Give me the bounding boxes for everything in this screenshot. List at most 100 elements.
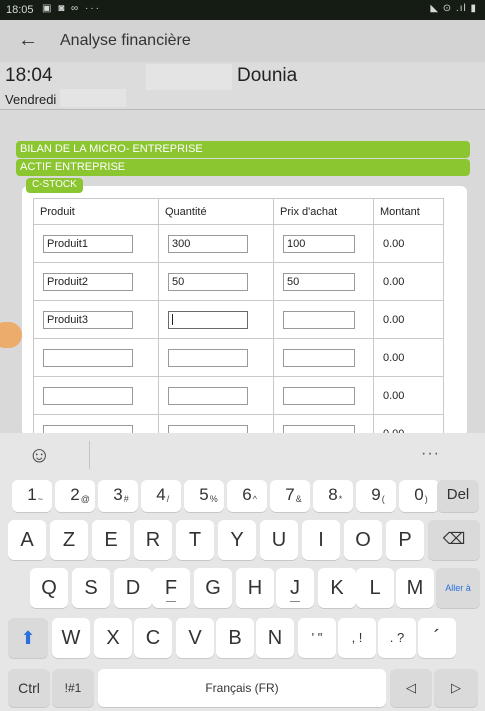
key-v[interactable]: V: [176, 618, 214, 658]
key-e[interactable]: E: [92, 520, 130, 560]
quantite-input[interactable]: [168, 348, 248, 367]
key-h[interactable]: H: [236, 568, 274, 608]
key-n[interactable]: N: [256, 618, 294, 658]
prix-input[interactable]: 100: [283, 234, 355, 253]
header-prix-achat: Prix d'achat: [273, 198, 374, 225]
key-p[interactable]: P: [386, 520, 424, 560]
key-period[interactable]: . ?: [378, 618, 416, 658]
table-row: Produit1 300 100 0.00: [33, 224, 444, 263]
space-key[interactable]: Français (FR): [98, 669, 386, 707]
symbols-key[interactable]: !#1: [52, 669, 94, 707]
accent-hint: [166, 601, 176, 602]
key-k[interactable]: K: [318, 568, 356, 608]
key-j[interactable]: J: [276, 568, 314, 608]
prix-input[interactable]: [283, 386, 355, 405]
section-cstock-tab[interactable]: C-STOCK: [26, 178, 83, 193]
key-6[interactable]: 6 ^: [227, 480, 267, 512]
header-info: 18:04 Dounia Vendredi: [0, 62, 485, 110]
touch-indicator: [0, 322, 22, 348]
key-m[interactable]: M: [396, 568, 434, 608]
produit-input[interactable]: Produit1: [43, 234, 133, 253]
prix-input[interactable]: [283, 310, 355, 329]
toolbar-divider: [89, 441, 90, 469]
key-w[interactable]: W: [52, 618, 90, 658]
app-bar: ← Analyse financière: [0, 20, 485, 62]
user-name: Dounia: [237, 65, 298, 86]
name-placeholder-box: [146, 64, 232, 90]
key-f[interactable]: F: [152, 568, 190, 608]
key-2[interactable]: 2 @: [55, 480, 95, 512]
key-0[interactable]: 0): [399, 480, 439, 512]
key-d[interactable]: D: [114, 568, 152, 608]
keyboard-toolbar: ☺ ···: [0, 433, 485, 477]
key-c[interactable]: C: [134, 618, 172, 658]
text-caret: [172, 314, 173, 326]
key-x[interactable]: X: [94, 618, 132, 658]
produit-input[interactable]: Produit3: [43, 310, 133, 329]
key-4[interactable]: 4/: [141, 480, 181, 512]
key-8[interactable]: 8 *: [313, 480, 353, 512]
key-1[interactable]: 1 ~: [12, 480, 52, 512]
quantite-input-focused[interactable]: [168, 310, 248, 329]
montant-value: 0.00: [373, 376, 444, 415]
key-7[interactable]: 7 &: [270, 480, 310, 512]
key-5[interactable]: 5%: [184, 480, 224, 512]
day-placeholder-box: [60, 89, 126, 107]
key-l[interactable]: L: [356, 568, 394, 608]
montant-value: 0.00: [373, 300, 444, 339]
ctrl-key[interactable]: Ctrl: [8, 669, 50, 707]
section-bilan-banner[interactable]: BILAN DE LA MICRO- ENTREPRISE: [16, 141, 470, 158]
stock-table: Produit Quantité Prix d'achat Montant Pr…: [33, 198, 444, 436]
key-t[interactable]: T: [176, 520, 214, 560]
montant-value: 0.00: [373, 224, 444, 263]
key-o[interactable]: O: [344, 520, 382, 560]
soft-keyboard: ☺ ··· 1 ~ 2 @ 3 # 4/ 5% 6 ^ 7 & 8 * 9( 0) Del …: [0, 433, 485, 711]
arrow-left-icon[interactable]: ←: [18, 29, 38, 52]
cursor-right-key[interactable]: ▷: [434, 669, 478, 707]
cursor-left-key[interactable]: ◁: [390, 669, 432, 707]
key-u[interactable]: U: [260, 520, 298, 560]
table-row: Produit3 0.00: [33, 300, 444, 339]
key-r[interactable]: R: [134, 520, 172, 560]
status-bar: 18:05 ▣ ◙ ∞ ··· ◣ ⊙ .ıl ▮: [0, 0, 485, 20]
shift-icon: ⬆: [20, 628, 36, 648]
produit-input[interactable]: Produit2: [43, 272, 133, 291]
produit-input[interactable]: [43, 386, 133, 405]
delete-key[interactable]: Del: [437, 480, 479, 512]
clock-text: 18:04: [5, 65, 53, 86]
key-quote[interactable]: ' ": [298, 618, 336, 658]
key-s[interactable]: S: [72, 568, 110, 608]
backspace-key[interactable]: ⌫: [428, 520, 480, 560]
emoji-switch-icon[interactable]: ☺: [28, 442, 50, 468]
table-header-row: Produit Quantité Prix d'achat Montant: [33, 198, 444, 225]
key-q[interactable]: Q: [30, 568, 68, 608]
header-montant: Montant: [373, 198, 444, 225]
quantite-input[interactable]: 300: [168, 234, 248, 253]
table-row: 0.00: [33, 376, 444, 415]
key-i[interactable]: I: [302, 520, 340, 560]
page-title: Analyse financière: [60, 32, 191, 49]
quantite-input[interactable]: [168, 386, 248, 405]
accent-hint: [290, 601, 300, 602]
key-y[interactable]: Y: [218, 520, 256, 560]
quantite-input[interactable]: 50: [168, 272, 248, 291]
stock-card: Produit Quantité Prix d'achat Montant Pr…: [22, 186, 467, 436]
table-row: 0.00: [33, 338, 444, 377]
more-options-icon[interactable]: ···: [421, 445, 440, 463]
key-acute[interactable]: ´: [418, 618, 456, 658]
shift-key[interactable]: ⬆: [8, 618, 48, 658]
key-b[interactable]: B: [216, 618, 254, 658]
key-comma[interactable]: , !: [338, 618, 376, 658]
section-actif-banner[interactable]: ACTIF ENTREPRISE: [16, 159, 470, 176]
produit-input[interactable]: [43, 348, 133, 367]
prix-input[interactable]: 50: [283, 272, 355, 291]
enter-key[interactable]: Aller à: [436, 568, 480, 608]
key-g[interactable]: G: [194, 568, 232, 608]
key-a[interactable]: A: [8, 520, 46, 560]
key-3[interactable]: 3 #: [98, 480, 138, 512]
prix-input[interactable]: [283, 348, 355, 367]
key-9[interactable]: 9(: [356, 480, 396, 512]
system-icons: ◣ ⊙ .ıl ▮: [430, 3, 477, 14]
key-z[interactable]: Z: [50, 520, 88, 560]
table-row: Produit2 50 50 0.00: [33, 262, 444, 301]
